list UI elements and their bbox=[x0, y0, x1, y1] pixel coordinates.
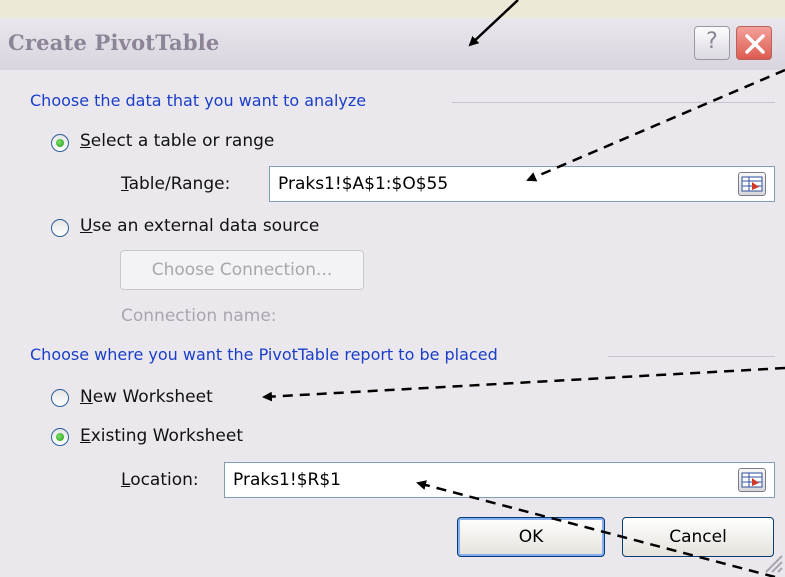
dialog-title: Create PivotTable bbox=[8, 30, 220, 55]
table-range-input[interactable]: Praks1!$A$1:$O$55 bbox=[269, 166, 775, 202]
table-range-collapse-button[interactable] bbox=[738, 172, 766, 196]
choose-connection-button[interactable]: Choose Connection... bbox=[120, 250, 364, 290]
range-selector-icon bbox=[741, 472, 763, 488]
help-icon: ? bbox=[706, 29, 718, 54]
table-range-label: Table/Range: bbox=[121, 174, 231, 194]
location-collapse-button[interactable] bbox=[738, 468, 766, 492]
external-source-radio[interactable] bbox=[51, 219, 69, 237]
radio-selected-dot bbox=[56, 433, 64, 441]
close-icon bbox=[745, 34, 765, 54]
analyze-section-header: Choose the data that you want to analyze bbox=[30, 91, 367, 110]
new-worksheet-radio[interactable] bbox=[51, 389, 69, 407]
section-divider bbox=[452, 102, 775, 103]
location-value: Praks1!$R$1 bbox=[233, 470, 341, 490]
placement-section-header: Choose where you want the PivotTable rep… bbox=[30, 345, 498, 364]
create-pivottable-dialog: Create PivotTable ? Choose the data that… bbox=[0, 0, 785, 577]
close-button[interactable] bbox=[736, 26, 772, 60]
connection-name-label: Connection name: bbox=[121, 306, 277, 326]
existing-worksheet-radio[interactable] bbox=[51, 428, 69, 446]
resize-grip-icon[interactable] bbox=[762, 552, 784, 574]
cancel-button[interactable]: Cancel bbox=[622, 517, 774, 557]
existing-worksheet-label[interactable]: Existing Worksheet bbox=[80, 426, 243, 446]
new-worksheet-label[interactable]: New Worksheet bbox=[80, 387, 213, 407]
select-table-radio[interactable] bbox=[51, 134, 69, 152]
external-source-label[interactable]: Use an external data source bbox=[80, 216, 319, 236]
table-range-value: Praks1!$A$1:$O$55 bbox=[278, 174, 449, 194]
location-label: Location: bbox=[121, 470, 199, 490]
location-input[interactable]: Praks1!$R$1 bbox=[224, 462, 775, 498]
section-divider bbox=[608, 356, 775, 357]
help-button[interactable]: ? bbox=[694, 26, 730, 60]
radio-selected-dot bbox=[56, 139, 64, 147]
ok-button[interactable]: OK bbox=[457, 517, 605, 557]
select-table-label[interactable]: Select a table or range bbox=[80, 131, 274, 151]
range-selector-icon bbox=[741, 176, 763, 192]
